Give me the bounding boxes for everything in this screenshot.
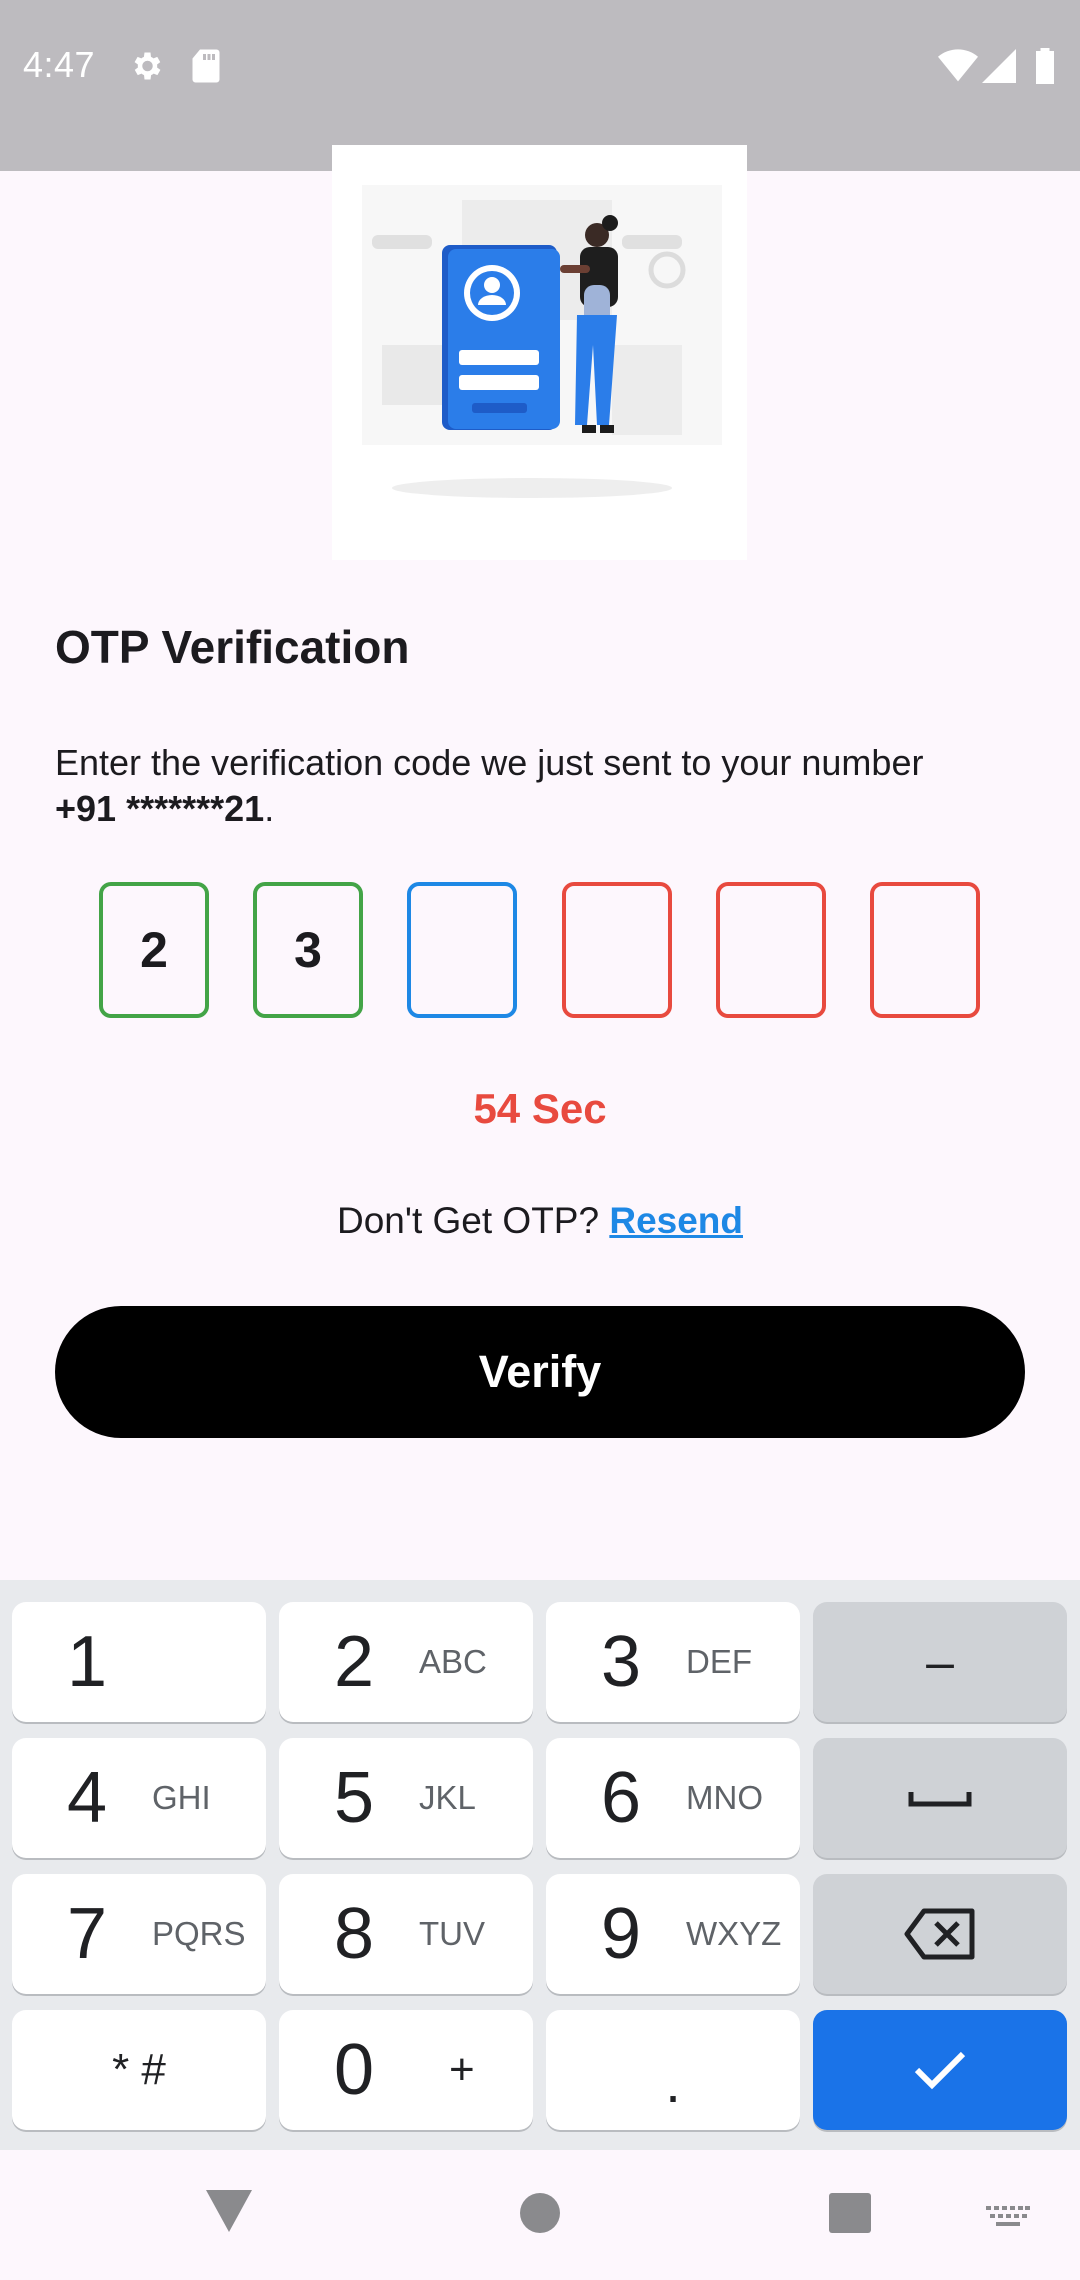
key-backspace[interactable]	[813, 1874, 1067, 1994]
gear-icon	[128, 48, 164, 89]
key-letters: WXYZ	[686, 1915, 782, 1952]
resend-row: Don't Get OTP? Resend	[0, 1200, 1080, 1242]
check-icon	[813, 2010, 1067, 2130]
otp-instructions: Enter the verification code we just sent…	[55, 740, 1035, 832]
key-letters: TUV	[419, 1915, 485, 1952]
key-3[interactable]: 3 DEF	[546, 1602, 800, 1722]
key-letters: PQRS	[152, 1915, 246, 1952]
otp-digit-1[interactable]: 2	[99, 882, 209, 1018]
key-letters: MNO	[686, 1779, 763, 1816]
key-7[interactable]: 7 PQRS	[12, 1874, 266, 1994]
key-letters: DEF	[686, 1643, 752, 1680]
key-period[interactable]: .	[546, 2010, 800, 2130]
key-digit: 7	[66, 1894, 108, 1974]
key-letters: GHI	[152, 1779, 211, 1816]
page-title: OTP Verification	[55, 621, 410, 673]
verify-button[interactable]: Verify	[55, 1306, 1025, 1438]
otp-digit-4[interactable]	[562, 882, 672, 1018]
key-digit: 9	[600, 1894, 642, 1974]
key-digit: 8	[333, 1894, 375, 1974]
key-6[interactable]: 6 MNO	[546, 1738, 800, 1858]
key-label: .	[665, 2050, 681, 2114]
key-8[interactable]: 8 TUV	[279, 1874, 533, 1994]
resend-link[interactable]: Resend	[609, 1200, 743, 1241]
keyboard-switch-icon[interactable]	[986, 2206, 1030, 2235]
resend-prompt: Don't Get OTP?	[337, 1200, 600, 1241]
key-dash[interactable]: –	[813, 1602, 1067, 1722]
key-letters: ABC	[419, 1643, 487, 1680]
recents-icon[interactable]	[829, 2193, 871, 2238]
key-letters: +	[449, 2045, 475, 2094]
space-icon	[813, 1738, 1067, 1858]
key-0[interactable]: 0 +	[279, 2010, 533, 2130]
instruction-period: .	[264, 788, 275, 829]
battery-icon	[1034, 48, 1056, 89]
numeric-keyboard: 1 2 ABC 3 DEF – 4 GHI 5 JKL 6 MNO 7 PQRS…	[0, 1580, 1080, 2150]
key-letters: JKL	[419, 1779, 476, 1816]
key-digit: 0	[333, 2030, 375, 2110]
key-digit: 5	[333, 1758, 375, 1838]
otp-input-row: 2 3	[0, 882, 1080, 1018]
sd-card-icon	[190, 48, 222, 89]
key-5[interactable]: 5 JKL	[279, 1738, 533, 1858]
back-icon[interactable]	[206, 2190, 252, 2237]
key-digit: 2	[333, 1622, 375, 1702]
navigation-bar	[0, 2150, 1080, 2280]
key-space[interactable]	[813, 1738, 1067, 1858]
key-9[interactable]: 9 WXYZ	[546, 1874, 800, 1994]
countdown-timer: 54 Sec	[473, 1085, 607, 1132]
signal-icon	[982, 48, 1016, 89]
key-digit: 4	[66, 1758, 108, 1838]
instruction-text: Enter the verification code we just sent…	[55, 742, 924, 783]
home-icon[interactable]	[519, 2192, 561, 2239]
otp-digit-2[interactable]: 3	[253, 882, 363, 1018]
key-4[interactable]: 4 GHI	[12, 1738, 266, 1858]
key-2[interactable]: 2 ABC	[279, 1602, 533, 1722]
key-digit: 6	[600, 1758, 642, 1838]
status-time: 4:47	[23, 44, 96, 85]
otp-digit-6[interactable]	[870, 882, 980, 1018]
otp-digit-3[interactable]	[407, 882, 517, 1018]
key-symbol: –	[926, 1634, 954, 1690]
backspace-icon	[813, 1874, 1067, 1994]
wifi-icon	[938, 48, 978, 89]
key-done[interactable]	[813, 2010, 1067, 2130]
key-digit: 3	[600, 1622, 642, 1702]
key-star-hash[interactable]: * #	[12, 2010, 266, 2130]
person-login-illustration	[332, 145, 747, 560]
key-label: * #	[112, 2045, 166, 2094]
masked-phone-number: +91 *******21	[55, 788, 265, 829]
key-1[interactable]: 1	[12, 1602, 266, 1722]
otp-digit-5[interactable]	[716, 882, 826, 1018]
key-digit: 1	[66, 1622, 108, 1702]
